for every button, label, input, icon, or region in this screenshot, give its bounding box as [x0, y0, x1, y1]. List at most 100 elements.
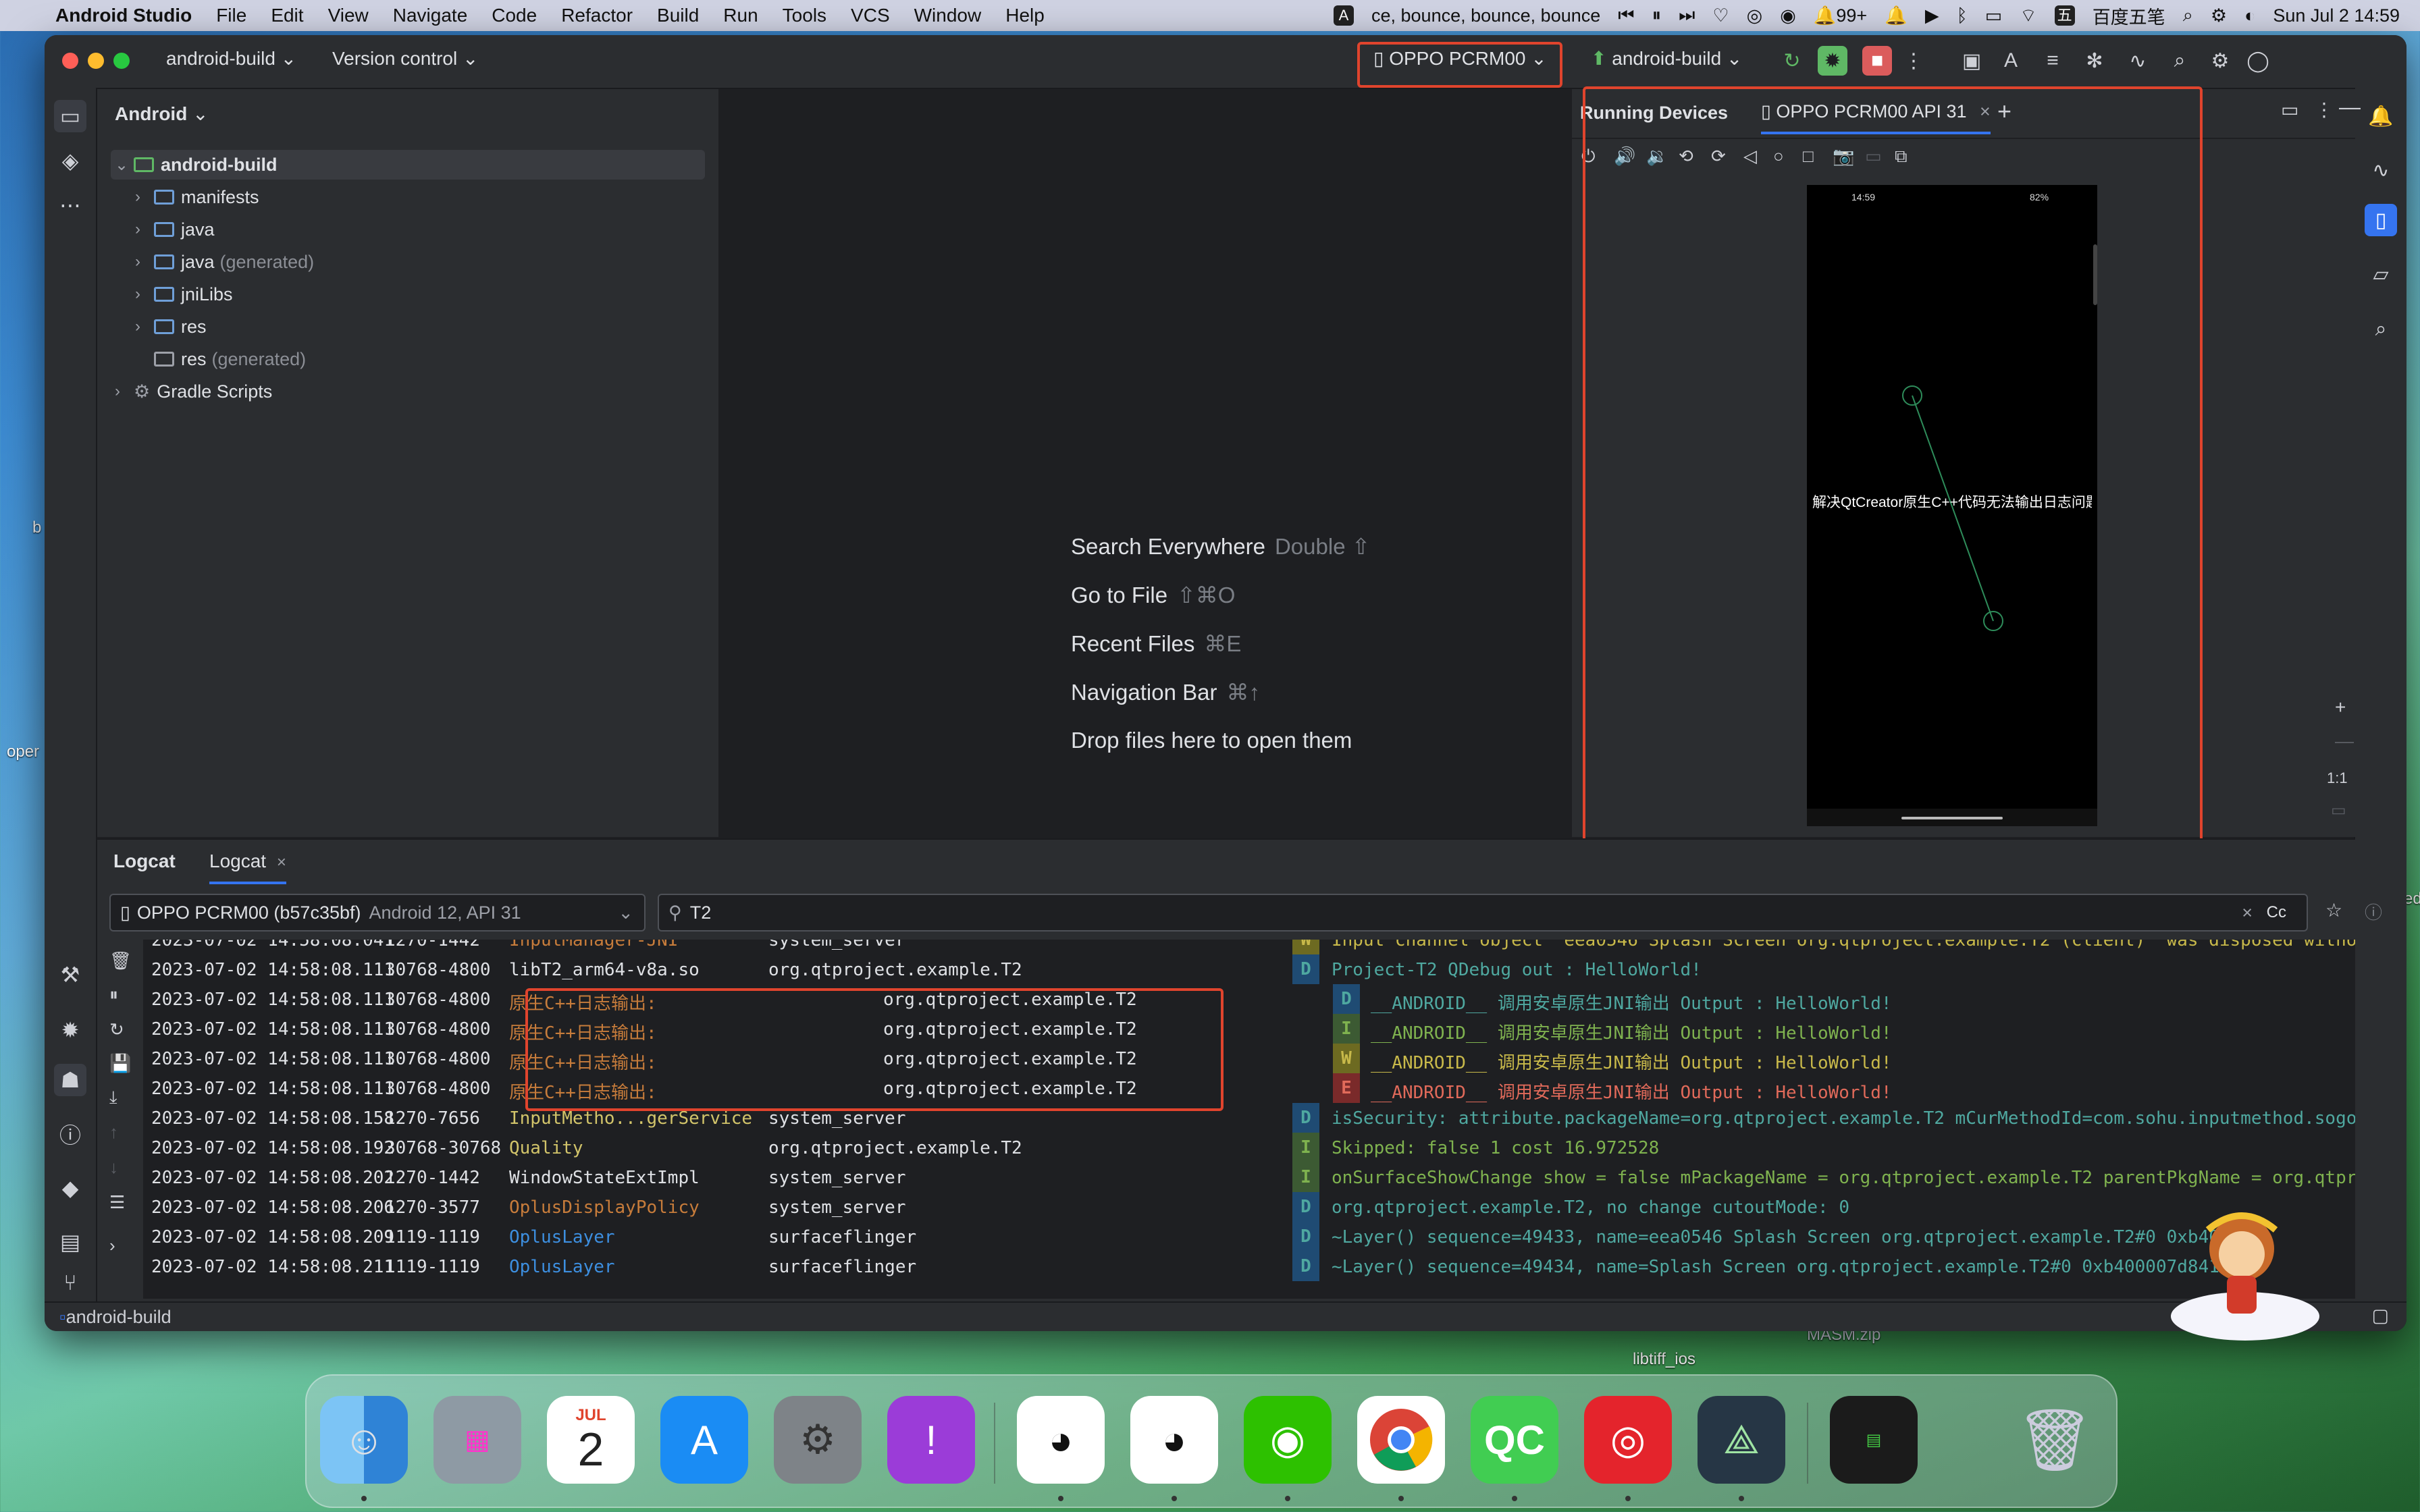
running-devices-icon[interactable]: ▯ [2365, 204, 2397, 236]
chevron-right-icon[interactable]: › [135, 317, 154, 336]
terminal-qc-icon[interactable]: ▤ [1830, 1396, 1918, 1484]
zoom-out-icon[interactable]: — [2335, 730, 2354, 752]
layout-inspector-icon[interactable]: ⌕ [2365, 313, 2397, 346]
help-icon[interactable]: ⓘ [2365, 899, 2382, 924]
chevron-right-icon[interactable]: › [135, 252, 154, 271]
run-config-selector[interactable]: ⬆ android-build ⌄ [1591, 47, 1742, 70]
debug-tool-icon[interactable]: ✹ [54, 1014, 86, 1046]
app-quality-icon[interactable]: ◆ [54, 1172, 86, 1204]
notifications-icon[interactable]: 🔔 [2365, 100, 2397, 132]
resource-manager-icon[interactable]: ◈ [54, 144, 86, 177]
git-tool-icon[interactable]: ⑂ [54, 1266, 86, 1299]
launchpad-icon[interactable]: ▦ [433, 1396, 521, 1484]
tree-item-gradle-scripts[interactable]: › ⚙ Gradle Scripts [111, 377, 272, 406]
down-arrow-icon[interactable]: ↓ [109, 1157, 118, 1178]
rerun-icon[interactable]: ↻ [1777, 46, 1807, 76]
save-log-icon[interactable]: 💾 [109, 1053, 131, 1074]
bug-icon[interactable]: ✻ [2080, 46, 2109, 76]
spotlight-search-icon[interactable]: ⌕ [2183, 5, 2193, 26]
vcs-selector[interactable]: Version control ⌄ [332, 47, 478, 70]
menu-view[interactable]: View [328, 5, 369, 26]
feedback-icon[interactable]: ! [887, 1396, 975, 1484]
baidu-ime-icon[interactable]: 五 [2054, 5, 2075, 26]
zoom-window-button[interactable] [113, 53, 130, 69]
chevron-right-icon[interactable]: › [135, 285, 154, 304]
netease-music-icon[interactable]: ◎ [1584, 1396, 1672, 1484]
hide-panel-icon[interactable]: — [2339, 94, 2361, 119]
debug-icon[interactable]: ✹ [1818, 46, 1847, 76]
menu-tools[interactable]: Tools [783, 5, 826, 26]
heart-icon[interactable]: ♡ [1712, 5, 1729, 26]
qq-icon[interactable]: ◕ [1017, 1396, 1105, 1484]
log-row[interactable]: 2023-07-02 14:58:08.158 1270-7656 InputMet… [143, 1103, 2355, 1133]
tree-item-android-build[interactable]: ⌄ android-build [111, 150, 705, 180]
device-filter-dropdown[interactable]: ▯ OPPO PCRM00 (b57c35bf) Android 12, API… [109, 894, 646, 932]
log-row[interactable]: 2023-07-02 14:58:08.111 30768-4800 原生C++日志… [143, 984, 2355, 1014]
stop-icon[interactable]: ■ [1862, 46, 1892, 76]
log-row[interactable]: 2023-07-02 14:58:08.202 1270-1442 WindowSt… [143, 1162, 2355, 1192]
wifi-icon[interactable]: ⌔ [2020, 4, 2036, 27]
more-actions-icon[interactable]: › [109, 1235, 115, 1256]
log-row[interactable]: 2023-07-02 14:58:08.111 30768-4800 libT2_a… [143, 954, 2355, 984]
zoom-in-icon[interactable]: + [2335, 697, 2346, 718]
trash-icon[interactable]: 🗑 [2011, 1396, 2099, 1484]
clear-query-icon[interactable]: × [2242, 902, 2253, 923]
structure-icon[interactable]: ≡ [2038, 46, 2068, 76]
menu-refactor[interactable]: Refactor [561, 5, 633, 26]
tree-item-res[interactable]: › res [135, 312, 207, 342]
build-tool-icon[interactable]: ⚒ [54, 959, 86, 991]
qt-creator-icon[interactable]: QC [1471, 1396, 1558, 1484]
menu-navigate[interactable]: Navigate [393, 5, 468, 26]
menu-help[interactable]: Help [1005, 5, 1045, 26]
qq-status-badge[interactable]: 🔔99+ [1814, 5, 1867, 26]
battery-icon[interactable]: ▭ [1985, 5, 2003, 26]
chevron-right-icon[interactable]: › [115, 382, 134, 401]
favorite-filter-icon[interactable]: ☆ [2325, 899, 2342, 921]
next-track-icon[interactable]: ⏭ [1679, 5, 1695, 26]
play-circle-icon[interactable]: ▶ [1925, 5, 1939, 26]
chrome-icon[interactable] [1357, 1396, 1445, 1484]
scroll-to-end-icon[interactable]: ⤓ [109, 1087, 117, 1108]
project-selector[interactable]: android-build ⌄ [166, 47, 296, 70]
up-arrow-icon[interactable]: ↑ [109, 1122, 118, 1143]
now-playing-text[interactable]: ce, bounce, bounce, bounce [1371, 5, 1600, 26]
log-row[interactable]: 2023-07-02 14:58:08.041 1270-1442 InputMan… [143, 940, 2355, 954]
terminal-tool-icon[interactable]: ▤ [54, 1226, 86, 1258]
desktop-file-label[interactable]: libtiff_ios [1633, 1350, 1695, 1369]
more-tools-icon[interactable]: ⋯ [54, 189, 86, 221]
menu-window[interactable]: Window [914, 5, 982, 26]
zoom-actual-size[interactable]: 1:1 [2327, 770, 2348, 787]
status-comment-icon[interactable]: ▢ [2371, 1305, 2389, 1326]
problems-tool-icon[interactable]: ⓘ [54, 1118, 86, 1150]
input-source-icon[interactable]: A [1334, 5, 1354, 26]
options-icon[interactable]: ⋮ [2315, 99, 2334, 121]
device-explorer-icon[interactable]: ▱ [2365, 258, 2397, 290]
log-row[interactable]: 2023-07-02 14:58:08.111 30768-4800 原生C++日志… [143, 1073, 2355, 1103]
logcat-tool-icon[interactable]: ☗ [54, 1064, 86, 1096]
system-settings-icon[interactable]: ⚙ [774, 1396, 862, 1484]
pause-icon[interactable]: ⏸ [1652, 5, 1662, 26]
log-output[interactable]: 2023-07-02 14:58:08.041 1270-1442 InputMan… [143, 940, 2355, 1299]
qq-icon[interactable]: ◕ [1130, 1396, 1218, 1484]
device-manager-icon[interactable]: ▣ [1957, 46, 1987, 76]
log-row[interactable]: 2023-07-02 14:58:08.209 1119-1119 OplusLay… [143, 1222, 2355, 1251]
soft-wrap-icon[interactable]: ☰ [109, 1192, 125, 1213]
menu-app-name[interactable]: Android Studio [55, 5, 192, 26]
wechat-icon[interactable]: ◉ [1244, 1396, 1332, 1484]
logcat-tab[interactable]: Logcat × [209, 850, 286, 884]
settings-icon[interactable]: ⚙ [2205, 46, 2235, 76]
previous-track-icon[interactable]: ⏮ [1618, 5, 1634, 26]
tree-item-java-generated[interactable]: › java (generated) [135, 247, 314, 277]
notification-icon[interactable]: 🔔 [1885, 5, 1908, 26]
project-tool-icon[interactable]: ▭ [54, 100, 86, 132]
log-row[interactable]: 2023-07-02 14:58:08.192 30768-30768 Qualit… [143, 1133, 2355, 1162]
gradle-icon[interactable]: ∿ [2365, 154, 2397, 186]
close-window-button[interactable] [62, 53, 78, 69]
clear-log-icon[interactable]: 🗑 [109, 950, 132, 971]
menu-run[interactable]: Run [723, 5, 758, 26]
zoom-fit-icon[interactable]: ▭ [2331, 801, 2346, 820]
tree-item-manifests[interactable]: › manifests [135, 182, 259, 212]
menu-edit[interactable]: Edit [271, 5, 303, 26]
menu-vcs[interactable]: VCS [851, 5, 890, 26]
minimize-window-button[interactable] [88, 53, 104, 69]
